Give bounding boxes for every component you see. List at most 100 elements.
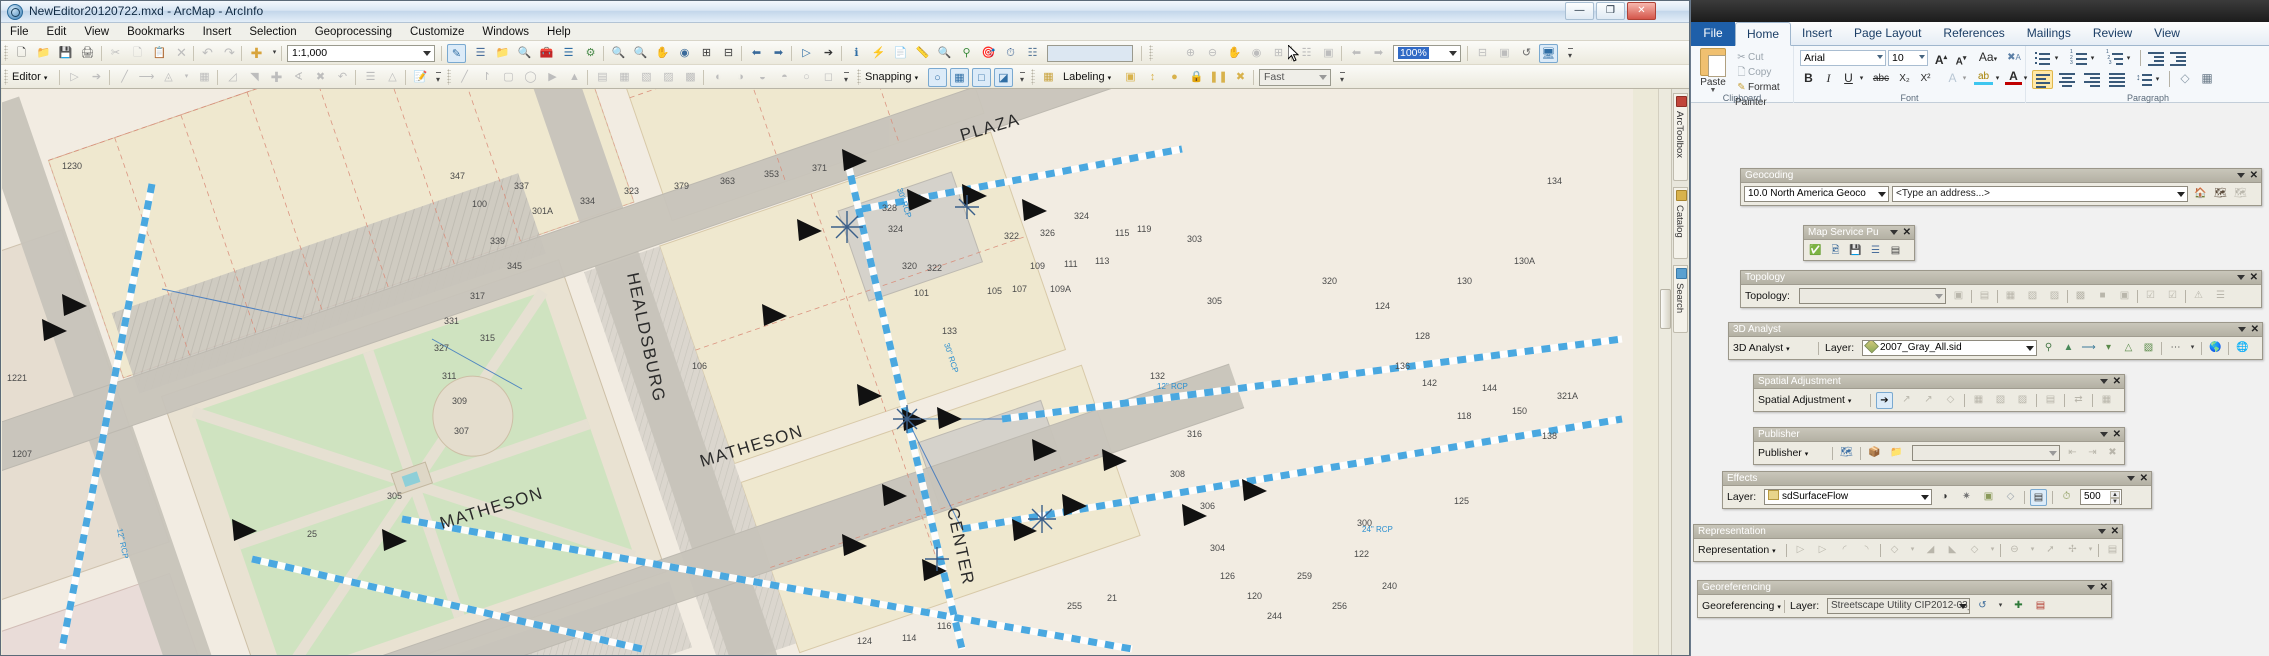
chev) ron-down-icon[interactable] — [2026, 346, 2034, 351]
service-editor-button[interactable]: ☰ — [1867, 243, 1884, 260]
menu-file[interactable]: File — [1, 23, 38, 41]
topology-validate-area[interactable]: ☑ — [2164, 288, 2181, 305]
hyperlink-tool[interactable]: ⚡ — [869, 44, 888, 63]
sketch-properties-button[interactable]: ▦ — [195, 68, 214, 87]
align-center-button[interactable] — [2059, 71, 2076, 87]
chevron-down-icon[interactable]: ▾ — [1772, 548, 1776, 555]
topology-tool-4[interactable]: ▨ — [659, 68, 678, 87]
geometry-effect-dropdown[interactable]: ▾ — [1904, 542, 1921, 559]
geocode-address-button[interactable]: 🏠 — [2192, 186, 2209, 203]
zoom-percent-combo[interactable]: 100% — [1393, 45, 1461, 62]
transparency-button[interactable]: ▣ — [1980, 489, 1997, 506]
close-icon[interactable]: ✕ — [2250, 169, 2258, 183]
service-list-button[interactable]: ▤ — [1887, 243, 1904, 260]
menu-selection[interactable]: Selection — [240, 23, 305, 41]
tab-view[interactable]: View — [2143, 22, 2191, 46]
zoom-out-disabled[interactable]: ⊖ — [1203, 44, 1222, 63]
topology-planarize-lines[interactable]: ▣ — [2116, 288, 2133, 305]
save-document-button[interactable]: 💾 — [56, 44, 75, 63]
topology-validate-extent[interactable]: ☑ — [2142, 288, 2159, 305]
full-extent-disabled[interactable]: ◉ — [1247, 44, 1266, 63]
cut-polygons-tool[interactable]: ◿ — [223, 68, 242, 87]
copy-button[interactable]: 🗋 — [128, 44, 147, 63]
new-identity-link-tool[interactable]: ◇ — [1942, 392, 1959, 409]
underline-button[interactable]: U — [1840, 70, 1857, 87]
chevron-down-icon[interactable]: ▾ — [44, 75, 48, 82]
point-cloud-dropdown[interactable]: ▾ — [2184, 340, 2201, 357]
tab-home[interactable]: Home — [1735, 22, 1792, 46]
tab-insert[interactable]: Insert — [1791, 22, 1843, 46]
numbering-button[interactable]: 123 — [2070, 49, 2087, 66]
tab-file[interactable]: File — [1691, 22, 1735, 46]
text-effects-button[interactable]: A — [1944, 70, 1961, 87]
borders-button[interactable]: ▦ — [2198, 70, 2216, 87]
add-control-points-tool[interactable]: ✚ — [2010, 598, 2027, 615]
attribute-transfer-tool[interactable]: ⇄ — [2070, 392, 2087, 409]
full-extent-tool[interactable]: ◉ — [675, 44, 694, 63]
analyze-button[interactable]: ✅ — [1807, 243, 1824, 260]
spatial-adjustment-misc-button[interactable]: ▦ — [2098, 392, 2115, 409]
sidebar-item-search[interactable]: Search — [1673, 265, 1688, 333]
topology-construct-features[interactable]: ■ — [2094, 288, 2111, 305]
toolbar-geocoding[interactable]: Geocoding ✕ 10.0 North America Geoco <Ty… — [1740, 168, 2262, 206]
text-highlight-button[interactable]: ab — [1974, 68, 1993, 85]
new-displacement-link-tool[interactable]: ↗ — [1898, 392, 1915, 409]
next-extent-disabled[interactable]: ➡ — [1369, 44, 1388, 63]
highlight-dropdown[interactable]: ▾ — [1993, 70, 2002, 87]
table-of-contents-button[interactable]: ☰ — [471, 44, 490, 63]
close-icon[interactable]: ✕ — [2113, 375, 2121, 389]
menu-customize[interactable]: Customize — [401, 23, 473, 41]
topology-tool-5[interactable]: ▩ — [681, 68, 700, 87]
italic-button[interactable]: I — [1820, 70, 1837, 87]
chevron-down-icon[interactable] — [2100, 432, 2108, 437]
move-dropdown[interactable]: ▾ — [2082, 542, 2099, 559]
toolbar-3d-analyst[interactable]: 3D Analyst ✕ 3D Analyst ▾ Layer: 2007_Gr… — [1728, 322, 2263, 360]
map-service-publishing-titlebar[interactable]: Map Service Pu ✕ — [1804, 226, 1914, 240]
topology-edit-tool[interactable]: ▤ — [1976, 288, 1993, 305]
close-icon[interactable]: ✕ — [2140, 472, 2148, 486]
find-route-tool[interactable]: ⚲ — [957, 44, 976, 63]
line-spacing-button[interactable]: ↕ — [2136, 71, 2153, 87]
profile-graph-button[interactable]: ▲ — [2060, 340, 2077, 357]
view-unplaced-labels-button[interactable]: ● — [1165, 68, 1184, 87]
label-quality-combo[interactable]: Fast — [1259, 69, 1331, 86]
spinner-down-icon[interactable]: ▼ — [2110, 498, 2120, 505]
shrink-font-button[interactable]: A▾ — [1952, 50, 1970, 67]
topology-modify-edge[interactable]: ▦ — [2002, 288, 2019, 305]
rotate-button[interactable]: ↺ — [1974, 598, 1991, 615]
chevron-down-icon[interactable] — [1449, 51, 1457, 56]
identify-tool[interactable]: ℹ — [847, 44, 866, 63]
tab-references[interactable]: References — [1932, 22, 2015, 46]
chevron-down-icon[interactable] — [1878, 192, 1886, 197]
georeferencing-layer-combo[interactable]: Streetscape Utility CIP2012-03_Not_ — [1827, 598, 1970, 614]
delete-button[interactable]: ✕ — [172, 44, 191, 63]
topology-edit-tool[interactable]: ▤ — [593, 68, 612, 87]
tab-page-layout[interactable]: Page Layout — [1843, 22, 1932, 46]
menu-edit[interactable]: Edit — [38, 23, 76, 41]
editor-menu[interactable]: Editor ▾ — [12, 69, 47, 87]
topology-titlebar[interactable]: Topology ✕ — [1741, 271, 2261, 285]
multilevel-dropdown[interactable]: ▾ — [2124, 50, 2133, 67]
cogo-tool-5[interactable]: ▶ — [543, 68, 562, 87]
edit-annotation-tool[interactable]: ➔ — [87, 68, 106, 87]
move-vertices-tool[interactable]: ➚ — [2042, 542, 2059, 559]
go-to-xy-tool[interactable]: 🎯 — [979, 44, 998, 63]
minimize-button[interactable]: — — [1565, 2, 1594, 20]
map-scale-combo[interactable]: 1:1,000 — [287, 45, 435, 62]
align-left-button[interactable] — [2032, 70, 2053, 89]
rubbersheet-button[interactable]: ▧ — [1992, 392, 2009, 409]
chevron-down-icon[interactable]: ▾ — [1805, 451, 1809, 458]
topology-generalize-edge[interactable]: ▨ — [2046, 288, 2063, 305]
zoom-to-layer-disabled[interactable]: ▣ — [1319, 44, 1338, 63]
underline-dropdown[interactable]: ▾ — [1857, 70, 1866, 87]
add-geometry-effect-button[interactable]: ◇ — [1886, 542, 1903, 559]
geocoding-address-input[interactable]: <Type an address...> — [1892, 186, 2188, 202]
view-link-table-button[interactable]: ▤ — [2032, 598, 2049, 615]
brightness-button[interactable]: ✷ — [1958, 489, 1975, 506]
menu-windows[interactable]: Windows — [473, 23, 538, 41]
close-icon[interactable]: ✕ — [1903, 226, 1911, 240]
trace-dropdown[interactable]: ▾ — [177, 68, 196, 87]
close-button[interactable]: ✕ — [1627, 2, 1656, 20]
cogo-tool-6[interactable]: ▲ — [565, 68, 584, 87]
view-link-table-button[interactable]: ▤ — [2042, 392, 2059, 409]
